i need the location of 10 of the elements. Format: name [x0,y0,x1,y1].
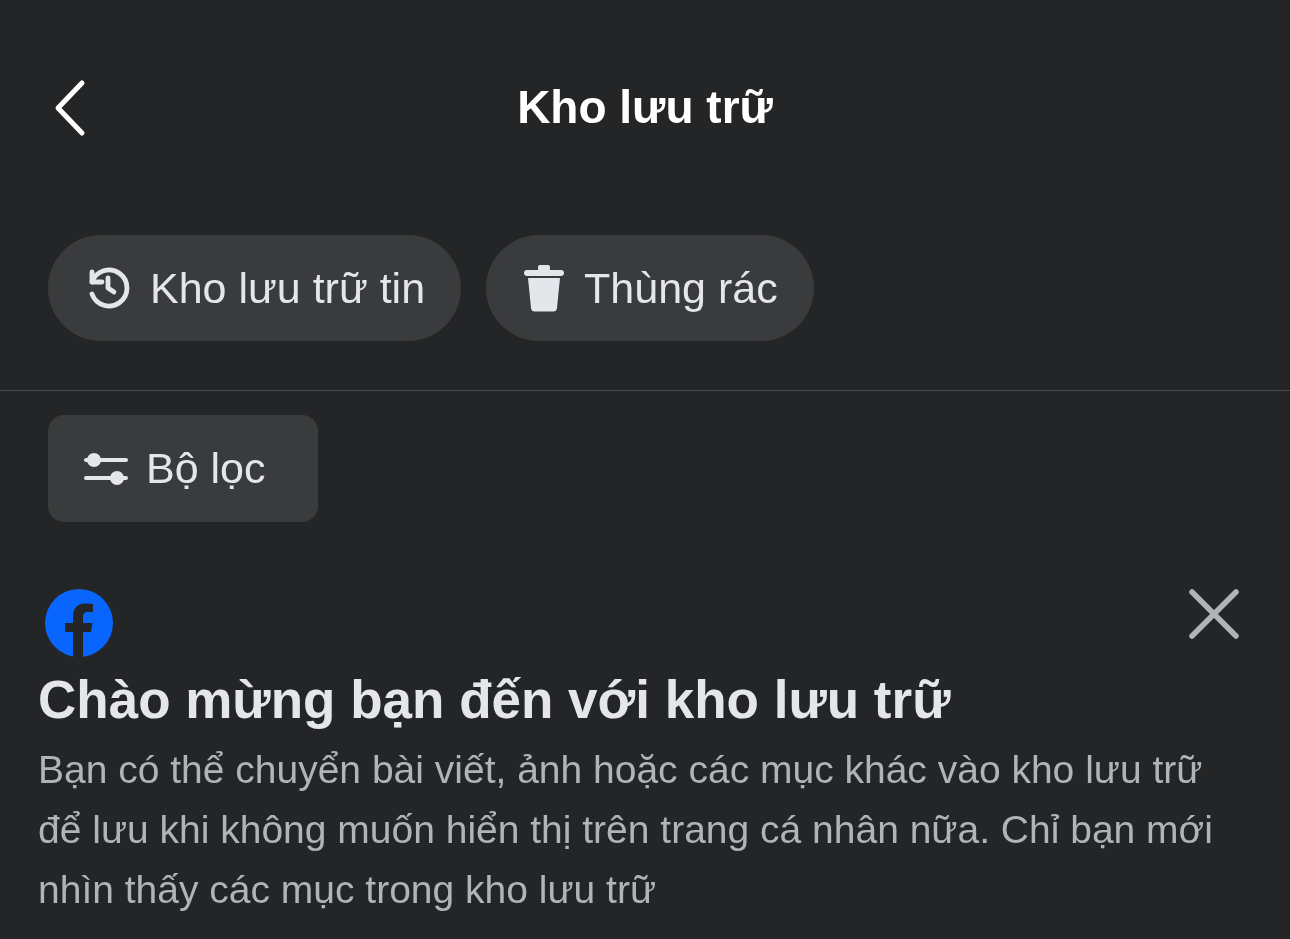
filter-button[interactable]: Bộ lọc [48,415,318,522]
close-button[interactable] [1186,586,1242,642]
category-chip[interactable]: Thùng rác [486,235,814,341]
trash-icon [522,264,567,312]
sliders-icon [84,450,128,487]
welcome-heading: Chào mừng bạn đến với kho lưu trữ [38,669,952,731]
logo-icon [44,588,114,658]
page-title: Kho lưu trữ [517,80,773,135]
category-chip[interactable]: Kho lưu trữ tin [48,235,462,341]
description-text: Bạn có thể chuyển bài viết, ảnh hoặc các mục khác vào kho lưu trữ để lưu khi không muốn hiển thị trên trang cá nhân nữa. Chỉ bạn mới nhìn thấy các mục trong kho lưu trữ [38,747,1214,913]
